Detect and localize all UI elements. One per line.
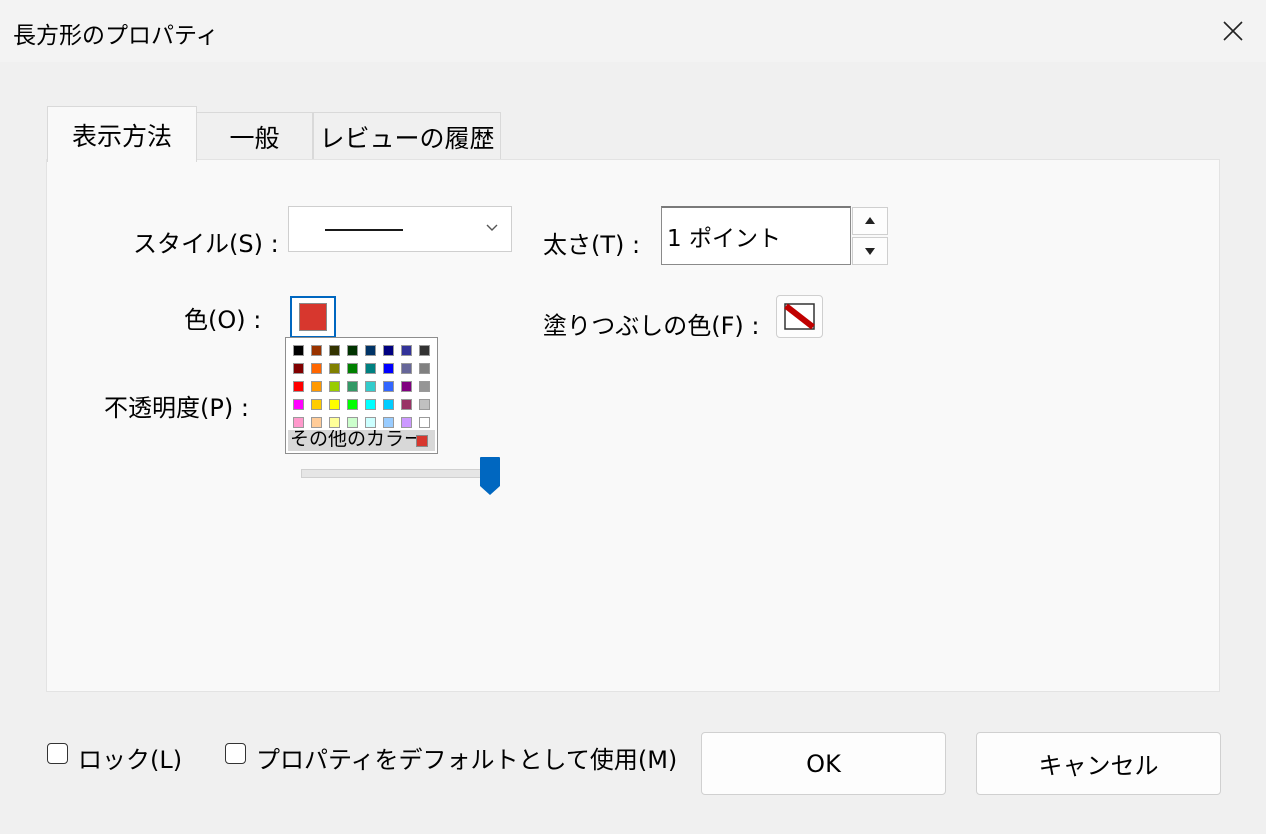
palette-swatch[interactable] (383, 417, 394, 428)
palette-swatch[interactable] (347, 363, 358, 374)
thickness-input[interactable] (661, 206, 851, 265)
lock-checkbox[interactable] (47, 743, 68, 764)
lock-label[interactable]: ロック(L) (78, 740, 182, 775)
line-color-button[interactable] (290, 296, 336, 338)
palette-swatch[interactable] (365, 363, 376, 374)
use-as-default-checkbox[interactable] (225, 743, 246, 764)
tab-appearance[interactable]: 表示方法 (47, 106, 197, 162)
palette-swatch[interactable] (383, 399, 394, 410)
close-button[interactable] (1200, 0, 1266, 62)
style-select[interactable] (288, 206, 512, 252)
current-color-swatch (416, 435, 428, 447)
color-label: 色(O) : (184, 306, 262, 334)
palette-swatch[interactable] (347, 345, 358, 356)
tab-review-history[interactable]: レビューの履歴 (313, 112, 501, 160)
palette-swatch[interactable] (419, 345, 430, 356)
no-fill-icon (784, 303, 815, 330)
palette-swatch[interactable] (293, 345, 304, 356)
fill-color-label: 塗りつぶしの色(F) : (543, 312, 760, 340)
triangle-down-icon (865, 248, 875, 255)
palette-swatch[interactable] (401, 399, 412, 410)
palette-swatch[interactable] (383, 363, 394, 374)
palette-swatch[interactable] (329, 399, 340, 410)
window-title: 長方形のプロパティ (13, 23, 219, 49)
palette-swatch[interactable] (293, 363, 304, 374)
ok-button[interactable]: OK (701, 732, 946, 795)
palette-swatch[interactable] (365, 399, 376, 410)
opacity-slider-track[interactable] (301, 469, 491, 478)
palette-swatch[interactable] (419, 381, 430, 392)
palette-swatch[interactable] (329, 417, 340, 428)
palette-swatch[interactable] (347, 399, 358, 410)
close-icon (1223, 21, 1243, 41)
thickness-decrement-button[interactable] (852, 237, 888, 265)
palette-swatch[interactable] (311, 345, 322, 356)
palette-swatch[interactable] (401, 417, 412, 428)
palette-swatch[interactable] (401, 381, 412, 392)
palette-swatch[interactable] (311, 399, 322, 410)
more-colors-label: その他のカラー (290, 430, 424, 450)
use-as-default-label[interactable]: プロパティをデフォルトとして使用(M) (256, 740, 677, 775)
cancel-button[interactable]: キャンセル (976, 732, 1221, 795)
opacity-label: 不透明度(P) : (104, 394, 249, 422)
palette-swatch[interactable] (311, 417, 322, 428)
palette-swatch[interactable] (419, 399, 430, 410)
thickness-label: 太さ(T) : (543, 231, 641, 259)
palette-swatch[interactable] (383, 345, 394, 356)
palette-swatch[interactable] (347, 417, 358, 428)
palette-swatch[interactable] (365, 381, 376, 392)
palette-swatch[interactable] (365, 417, 376, 428)
line-style-preview (325, 229, 403, 231)
palette-swatch[interactable] (383, 381, 394, 392)
style-label: スタイル(S) : (133, 230, 279, 258)
palette-swatch[interactable] (329, 345, 340, 356)
palette-swatch[interactable] (347, 381, 358, 392)
palette-swatch[interactable] (293, 417, 304, 428)
palette-swatch[interactable] (293, 381, 304, 392)
more-colors-button[interactable]: その他のカラー (288, 430, 435, 451)
tab-general[interactable]: 一般 (197, 112, 313, 160)
line-color-swatch (299, 303, 327, 331)
palette-swatch[interactable] (419, 363, 430, 374)
opacity-slider-thumb[interactable] (479, 456, 501, 496)
palette-swatch[interactable] (329, 363, 340, 374)
palette-swatch[interactable] (419, 417, 430, 428)
fill-color-button[interactable] (776, 295, 823, 338)
palette-swatch[interactable] (365, 345, 376, 356)
triangle-up-icon (865, 217, 875, 224)
chevron-down-icon (486, 224, 498, 231)
palette-swatch[interactable] (329, 381, 340, 392)
palette-swatch[interactable] (401, 345, 412, 356)
palette-swatch[interactable] (293, 399, 304, 410)
color-palette-popup: その他のカラー (285, 337, 438, 454)
thickness-increment-button[interactable] (852, 207, 888, 235)
title-bar: 長方形のプロパティ (0, 0, 1266, 62)
palette-swatch[interactable] (311, 381, 322, 392)
palette-swatch[interactable] (311, 363, 322, 374)
palette-swatch[interactable] (401, 363, 412, 374)
